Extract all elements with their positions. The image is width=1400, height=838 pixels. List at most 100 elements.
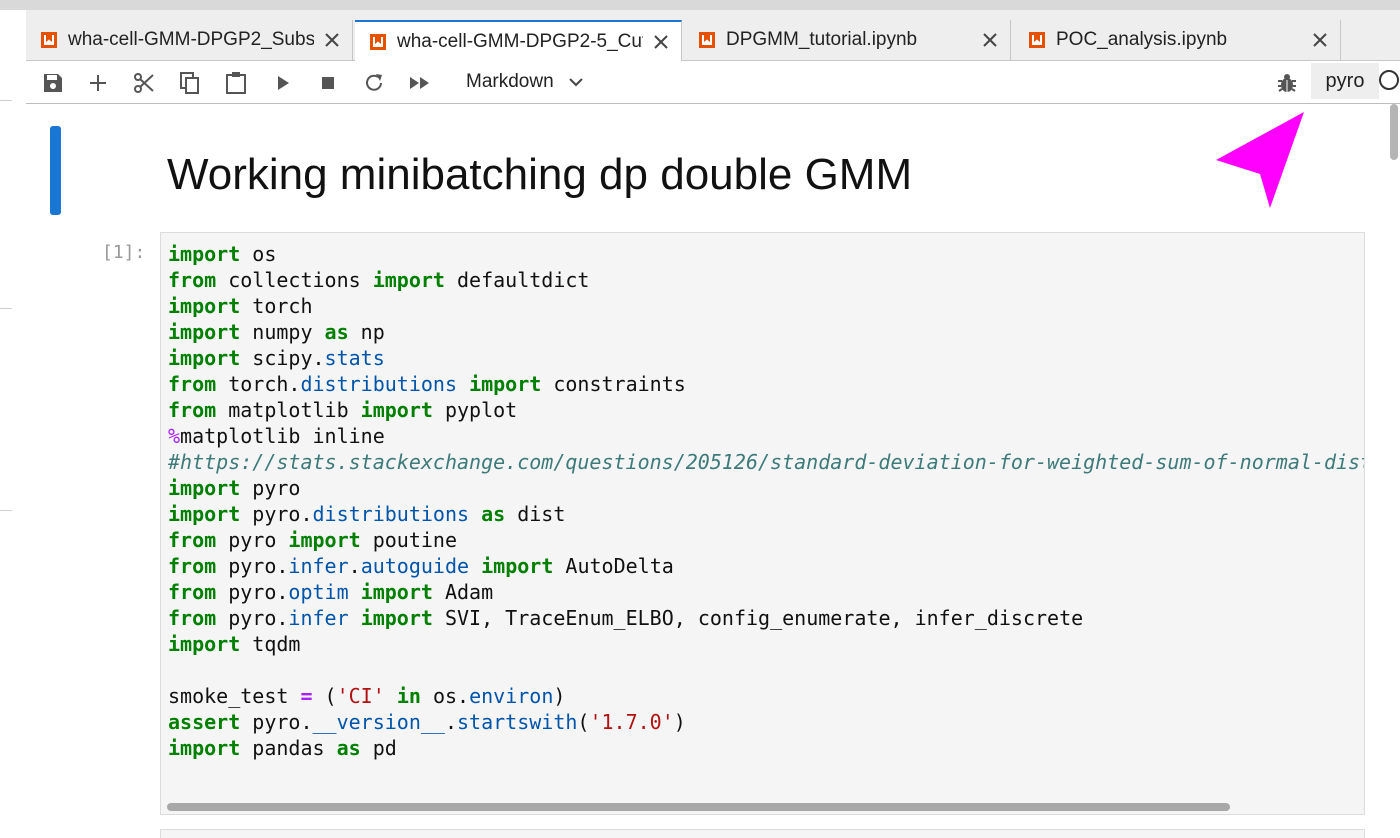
paste-icon[interactable] — [223, 70, 249, 96]
code-token: stats — [324, 346, 385, 370]
code-token: ) — [553, 684, 566, 708]
code-token: from — [168, 398, 217, 422]
code-token: pd — [360, 736, 397, 760]
code-token: import — [360, 398, 433, 422]
save-icon[interactable] — [40, 70, 66, 96]
tab-label: wha-cell-GMM-DPGP2_Subset — [68, 29, 314, 50]
code-token: import — [372, 268, 445, 292]
close-icon[interactable] — [649, 30, 673, 54]
code-line[interactable]: from matplotlib import pyplot — [168, 397, 1364, 423]
code-line[interactable]: from collections import defaultdict — [168, 267, 1364, 293]
code-token: as — [324, 320, 349, 344]
debugger-icon[interactable] — [1274, 70, 1300, 96]
code-token: import — [168, 502, 241, 526]
code-token: pyro — [240, 476, 301, 500]
notebook-icon — [370, 33, 386, 50]
code-token: . — [444, 710, 457, 734]
close-icon[interactable] — [1308, 28, 1332, 52]
horizontal-scrollbar-thumb[interactable] — [167, 803, 1230, 811]
code-line[interactable]: from pyro.infer.autoguide import AutoDel… — [168, 553, 1364, 579]
code-line[interactable]: from pyro import poutine — [168, 527, 1364, 553]
code-line[interactable]: from pyro.optim import Adam — [168, 579, 1364, 605]
code-token: pyro — [216, 528, 289, 552]
code-token: import — [360, 606, 433, 630]
code-token: pyro. — [216, 554, 289, 578]
stop-icon[interactable] — [315, 70, 341, 96]
code-token: __version__ — [312, 710, 445, 734]
markdown-heading[interactable]: Working minibatching dp double GMM — [167, 150, 912, 200]
code-token: os. — [420, 684, 470, 708]
code-token: import — [481, 554, 554, 578]
code-token: import — [288, 528, 361, 552]
cell-type-dropdown[interactable]: Markdown — [466, 69, 584, 95]
tab-notebook-4[interactable]: POC_analysis.ipynb — [1014, 20, 1341, 60]
code-line[interactable]: import numpy as np — [168, 319, 1364, 345]
code-token: import — [168, 632, 241, 656]
code-line[interactable]: %matplotlib inline — [168, 423, 1364, 449]
code-token: as — [481, 502, 506, 526]
code-token: assert — [168, 710, 241, 734]
sidebar-divider — [0, 308, 12, 309]
code-line[interactable]: import os — [168, 241, 1364, 267]
code-line[interactable]: smoke_test = ('CI' in os.environ) — [168, 683, 1364, 709]
close-icon[interactable] — [978, 28, 1002, 52]
code-token: pyplot — [432, 398, 518, 422]
tab-label: wha-cell-GMM-DPGP2-5_Cut — [397, 30, 643, 52]
notebook-panel[interactable]: Working minibatching dp double GMM [1]: … — [26, 104, 1400, 838]
code-line[interactable]: import torch — [168, 293, 1364, 319]
restart-icon[interactable] — [361, 70, 387, 96]
code-token: import — [168, 294, 241, 318]
tab-notebook-3[interactable]: DPGMM_tutorial.ipynb — [684, 20, 1011, 60]
code-line[interactable]: assert pyro.__version__.startswith('1.7.… — [168, 709, 1364, 735]
run-all-icon[interactable] — [407, 70, 433, 96]
code-line[interactable]: import pyro — [168, 475, 1364, 501]
tab-bar: wha-cell-GMM-DPGP2_Subset wha-cell-GMM-D… — [26, 10, 1400, 61]
next-code-cell[interactable] — [160, 829, 1365, 838]
notebook-icon — [1029, 32, 1045, 48]
code-token: % — [168, 424, 181, 448]
code-token: import — [168, 242, 241, 266]
cut-icon[interactable] — [131, 70, 157, 96]
kernel-name-button[interactable]: pyro — [1311, 63, 1379, 99]
active-cell-marker[interactable] — [50, 126, 61, 215]
code-cell-editor[interactable]: import os from collections import default… — [160, 232, 1365, 815]
code-line[interactable]: from torch.distributions import constrai… — [168, 371, 1364, 397]
code-token: startswith — [457, 710, 578, 734]
run-icon[interactable] — [270, 70, 296, 96]
code-line[interactable]: #https://stats.stackexchange.com/questio… — [168, 449, 1365, 475]
vertical-scrollbar-thumb[interactable] — [1390, 104, 1398, 160]
code-token: '1.7.0' — [589, 710, 674, 734]
code-token: . — [348, 554, 361, 578]
code-line[interactable]: import scipy.stats — [168, 345, 1364, 371]
code-token: matplotlib — [216, 398, 361, 422]
code-line[interactable]: import pyro.distributions as dist — [168, 501, 1364, 527]
code-token: from — [168, 580, 217, 604]
add-cell-icon[interactable] — [85, 70, 111, 96]
tab-notebook-1[interactable]: wha-cell-GMM-DPGP2_Subset — [26, 20, 353, 60]
code-line[interactable]: ​ — [168, 657, 1364, 683]
code-token: from — [168, 372, 217, 396]
code-content[interactable]: import os from collections import default… — [168, 241, 1365, 761]
code-line[interactable]: import tqdm — [168, 631, 1364, 657]
code-token: import — [168, 320, 241, 344]
code-token: pyro. — [240, 710, 313, 734]
copy-icon[interactable] — [177, 70, 203, 96]
horizontal-scrollbar[interactable] — [161, 800, 1364, 814]
code-token: scipy. — [240, 346, 325, 370]
notebook-icon — [699, 32, 715, 48]
code-token: optim — [288, 580, 349, 604]
code-token: dist — [505, 502, 566, 526]
kernel-status-indicator — [1379, 70, 1399, 90]
code-line[interactable]: from pyro.infer import SVI, TraceEnum_EL… — [168, 605, 1364, 631]
code-line[interactable]: import pandas as pd — [168, 735, 1364, 761]
cell-type-label: Markdown — [466, 71, 554, 92]
code-token: #https://stats.stackexchange.com/questio… — [168, 450, 1365, 474]
tab-notebook-2[interactable]: wha-cell-GMM-DPGP2-5_Cut — [355, 20, 682, 61]
code-token: import — [360, 580, 433, 604]
close-icon[interactable] — [320, 28, 344, 52]
